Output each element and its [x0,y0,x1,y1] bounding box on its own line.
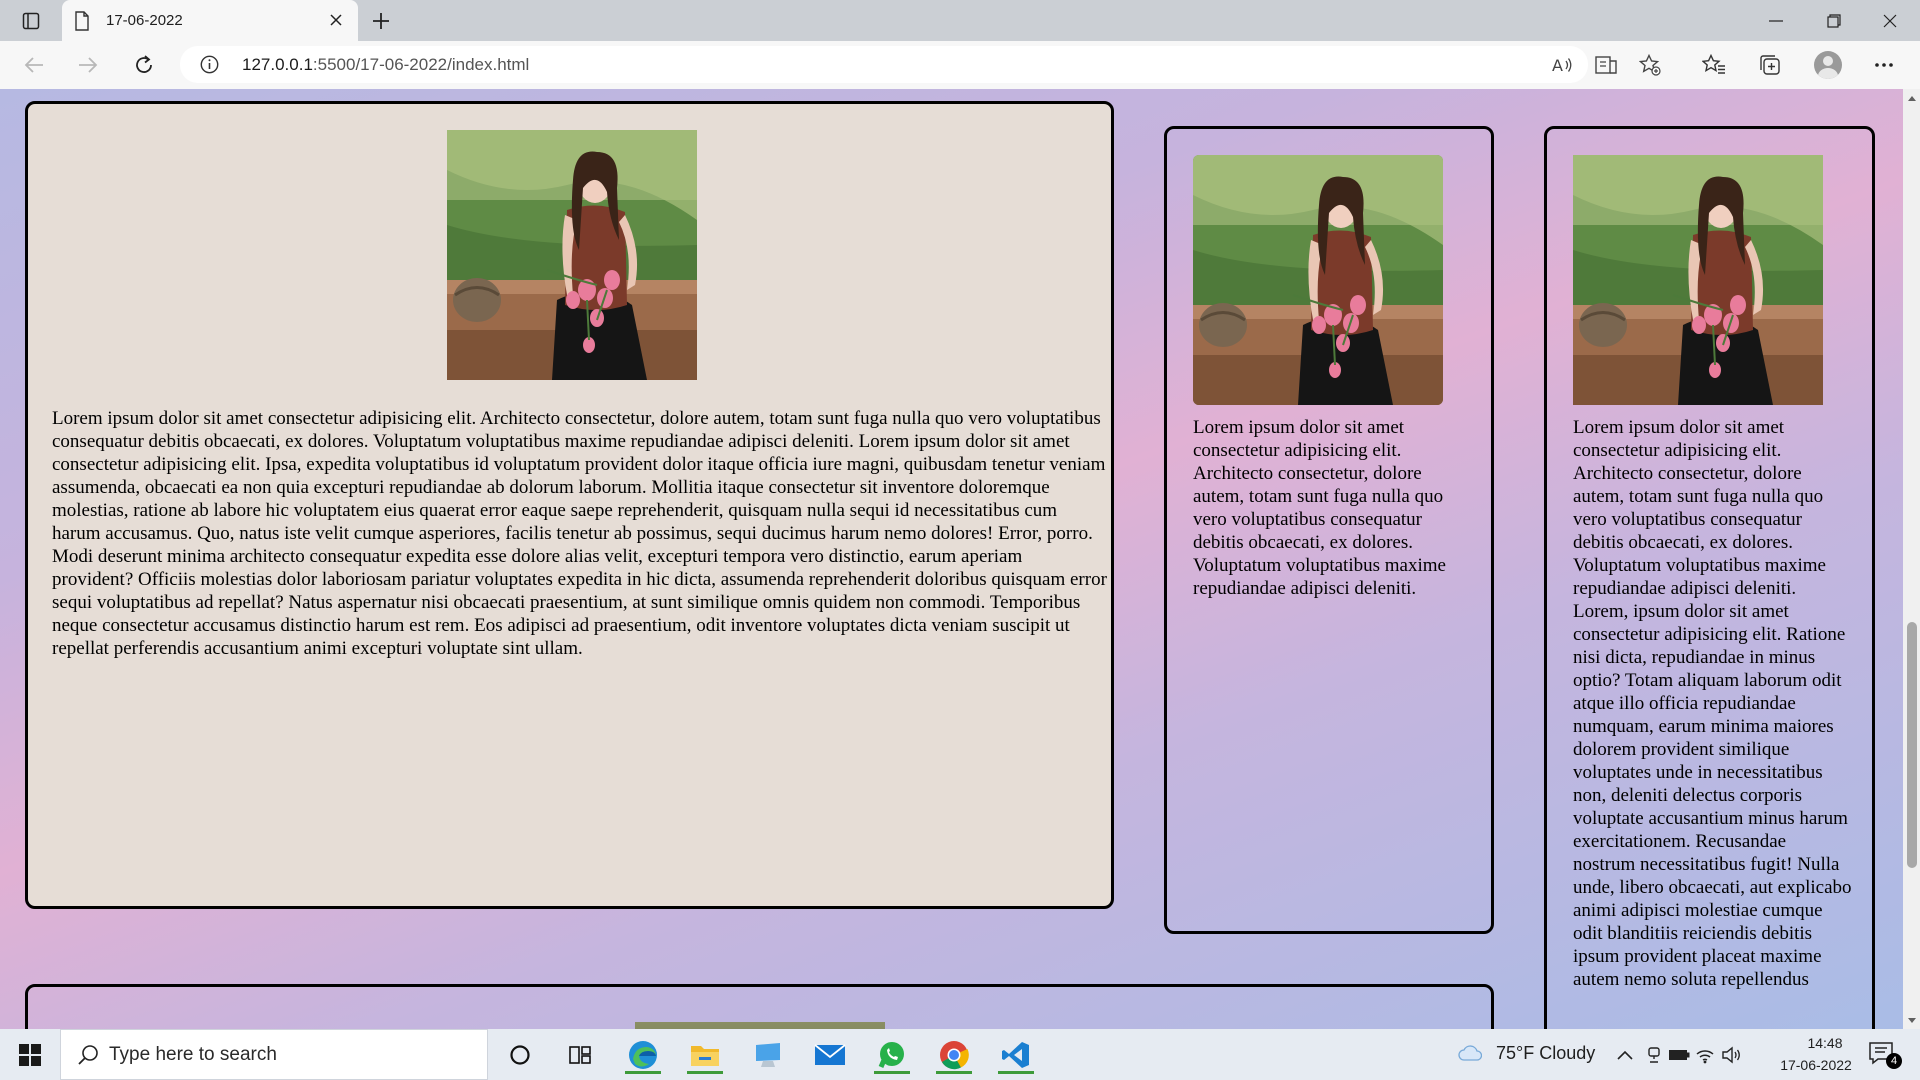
plus-icon[interactable] [368,8,394,34]
vscode-icon[interactable] [994,1036,1038,1074]
bottom-card [25,984,1494,1029]
taskbar: Type here to search 75°F Cloudy 14:48 17… [0,1029,1920,1080]
card-image [447,130,697,380]
refresh-icon[interactable] [128,49,160,81]
mail-icon[interactable] [808,1036,852,1074]
volume-icon[interactable] [1720,1044,1742,1066]
more-icon[interactable] [1868,49,1900,81]
weather-text[interactable]: 75°F Cloudy [1496,1043,1595,1064]
computer-icon[interactable] [746,1036,790,1074]
search-placeholder: Type here to search [109,1044,277,1065]
active-indicator [874,1071,910,1074]
page-viewport[interactable]: Lorem ipsum dolor sit amet consectetur a… [0,89,1903,1029]
folder-icon[interactable] [683,1036,727,1074]
info-icon[interactable] [200,55,219,74]
browser-tab[interactable]: 17-06-2022 [62,0,358,41]
windows-logo-icon[interactable] [10,1039,50,1071]
close-icon[interactable] [326,10,346,30]
page-scrollbar[interactable] [1903,89,1920,1029]
profile-picture [1814,51,1842,79]
side-card-1: Lorem ipsum dolor sit amet consectetur a… [1164,126,1494,934]
minimize-icon[interactable] [1748,0,1804,41]
address-bar[interactable]: 127.0.0.1:5500/17-06-2022/index.html A [180,46,1661,83]
tab-title: 17-06-2022 [106,12,183,29]
side-card-2: Lorem ipsum dolor sit amet consectetur a… [1544,126,1875,1029]
page-icon [74,11,90,31]
clock-time[interactable]: 14:48 [1790,1035,1860,1051]
forward-arrow-icon[interactable] [72,49,104,81]
tab-actions-icon[interactable] [18,8,44,34]
wifi-icon[interactable] [1694,1044,1716,1066]
tab-bar: 17-06-2022 [0,0,1920,41]
url-path: :5500/17-06-2022/index.html [312,55,530,74]
clock-date[interactable]: 17-06-2022 [1766,1057,1866,1073]
main-card: Lorem ipsum dolor sit amet consectetur a… [25,101,1114,909]
collections-icon[interactable] [1754,49,1786,81]
whatsapp-icon[interactable] [870,1036,914,1074]
task-view-icon[interactable] [558,1036,602,1074]
scroll-up-arrow-icon[interactable] [1903,89,1920,106]
url-host: 127.0.0.1 [242,55,313,74]
browser-toolbar: 127.0.0.1:5500/17-06-2022/index.html A [0,41,1920,90]
taskbar-search-box[interactable]: Type here to search [60,1029,488,1080]
url-text[interactable]: 127.0.0.1:5500/17-06-2022/index.html [242,55,529,75]
svg-text:A: A [1552,56,1563,75]
card-image [1573,155,1823,405]
close-window-icon[interactable] [1862,0,1918,41]
active-indicator [936,1071,972,1074]
card-image [635,1022,885,1029]
favorites-icon[interactable] [1698,49,1730,81]
add-favorite-icon[interactable] [1638,53,1662,77]
notification-icon[interactable]: 4 [1868,1041,1902,1069]
active-indicator [687,1071,723,1074]
immersive-reader-icon[interactable] [1594,53,1618,77]
back-arrow-icon[interactable] [18,49,50,81]
chevron-up-icon[interactable] [1614,1044,1636,1066]
battery-icon[interactable] [1668,1044,1690,1066]
active-indicator [625,1071,661,1074]
read-aloud-icon[interactable]: A [1550,53,1574,77]
active-indicator [998,1071,1034,1074]
cortana-icon[interactable] [498,1036,542,1074]
search-icon [77,1044,99,1066]
profile-avatar[interactable] [1812,49,1844,81]
scrollbar-thumb[interactable] [1907,622,1917,868]
scroll-down-arrow-icon[interactable] [1903,1012,1920,1029]
meet-now-icon[interactable] [1643,1044,1665,1066]
cloud-icon[interactable] [1458,1042,1483,1064]
notification-count-badge: 4 [1886,1053,1902,1069]
card-image [1193,155,1443,405]
edge-icon[interactable] [621,1036,665,1074]
chrome-icon[interactable] [932,1036,976,1074]
card-text: Lorem ipsum dolor sit amet consectetur a… [52,408,1107,659]
restore-icon[interactable] [1806,0,1862,41]
card-text: Lorem ipsum dolor sit amet consectetur a… [1573,417,1852,990]
card-text: Lorem ipsum dolor sit amet consectetur a… [1193,417,1446,599]
